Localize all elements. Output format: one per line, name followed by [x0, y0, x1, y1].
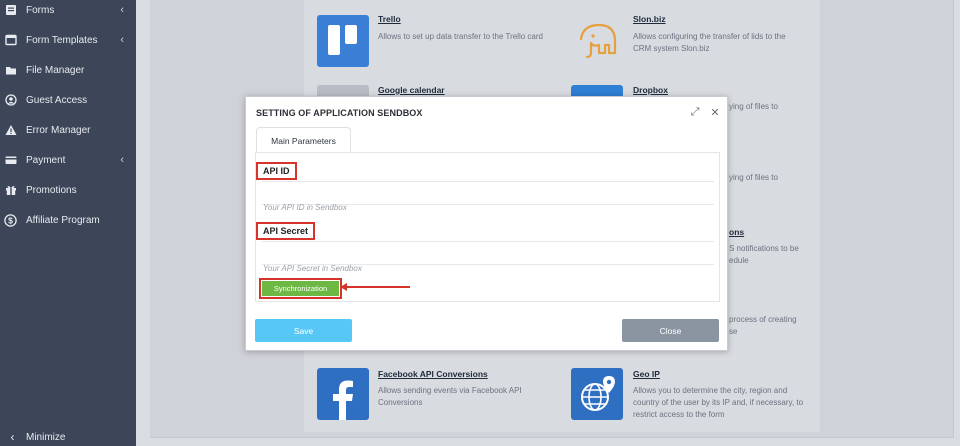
sidebar-item-form-templates[interactable]: Form Templates ‹ [0, 28, 136, 52]
globe-icon[interactable] [571, 368, 623, 420]
form-templates-icon [4, 34, 17, 47]
api-id-field[interactable] [262, 181, 714, 205]
sidebar: Forms ‹ Form Templates ‹ File Manager Gu… [0, 0, 136, 446]
api-id-hint: Your API ID in Sendbox [263, 203, 347, 212]
sidebar-item-label: Forms [26, 4, 55, 16]
sidebar-item-label: Form Templates [26, 34, 98, 46]
app-title-trello[interactable]: Trello [378, 14, 401, 24]
api-id-input[interactable] [262, 182, 714, 204]
api-secret-label: API Secret [256, 222, 316, 240]
app-desc-notifications-2: edule [729, 256, 749, 265]
gift-icon [4, 184, 17, 197]
sidebar-item-label: Error Manager [26, 124, 91, 136]
expand-icon[interactable]: ⤢ [689, 106, 701, 119]
app-title-notifications[interactable]: ons [729, 227, 744, 237]
close-button[interactable]: Close [622, 319, 719, 342]
chevron-left-icon: ‹ [120, 4, 124, 16]
dialog-title: SETTING OF APPLICATION SENDBOX [256, 108, 423, 118]
app-title-slonbiz[interactable]: Slon.biz [633, 14, 666, 24]
sidebar-item-forms[interactable]: Forms ‹ [0, 0, 136, 22]
elephant-icon[interactable] [571, 15, 623, 67]
app-desc-trello: Allows to set up data transfer to the Tr… [378, 32, 543, 41]
svg-text:$: $ [8, 215, 13, 225]
app-desc-facebook: Allows sending events via Facebook API C… [378, 386, 522, 407]
sidebar-item-label: Guest Access [26, 94, 88, 106]
sidebar-item-guest-access[interactable]: Guest Access [0, 88, 136, 112]
api-secret-input[interactable] [262, 242, 714, 264]
sidebar-item-label: File Manager [26, 64, 85, 76]
minimize-label: Minimize [26, 431, 66, 443]
chevron-left-icon: ‹ [10, 430, 15, 444]
arrow-head-icon [340, 283, 347, 291]
app-desc-creating-2: se [729, 327, 738, 336]
save-button[interactable]: Save [255, 319, 352, 342]
tab-main-parameters[interactable]: Main Parameters [256, 127, 351, 153]
api-id-label: API ID [256, 162, 297, 180]
app-desc-slonbiz: Allows configuring the transfer of lids … [633, 32, 786, 53]
chevron-left-icon: ‹ [120, 154, 124, 166]
sidebar-item-label: Affiliate Program [26, 214, 100, 226]
synchronization-highlight: Synchronization [259, 278, 342, 299]
sidebar-item-affiliate-program[interactable]: $ Affiliate Program [0, 208, 136, 232]
sidebar-item-label: Payment [26, 154, 66, 166]
sidebar-item-label: Promotions [26, 184, 77, 196]
api-secret-hint: Your API Secret in Sendbox [263, 264, 362, 273]
app-title-geoip[interactable]: Geo IP [633, 369, 660, 379]
forms-icon [4, 4, 17, 17]
app-title-dropbox[interactable]: Dropbox [633, 85, 668, 95]
guest-access-icon [4, 94, 17, 107]
app-title-facebook[interactable]: Facebook API Conversions [378, 369, 488, 379]
sendbox-settings-dialog: SETTING OF APPLICATION SENDBOX ⤢ ✕ Main … [245, 96, 728, 351]
dollar-icon: $ [4, 213, 17, 227]
app-desc-dropbox: ying of files to [729, 102, 778, 111]
app-desc-notifications-1: S notifications to be [729, 244, 799, 253]
facebook-icon[interactable] [317, 368, 369, 420]
payment-icon [4, 154, 17, 167]
sidebar-item-promotions[interactable]: Promotions [0, 178, 136, 202]
chevron-left-icon: ‹ [120, 34, 124, 46]
app-desc-creating-1: process of creating [729, 315, 797, 324]
app-title-google-calendar[interactable]: Google calendar [378, 85, 445, 95]
app-desc-files: ying of files to [729, 173, 778, 182]
sidebar-item-payment[interactable]: Payment ‹ [0, 148, 136, 172]
synchronization-button[interactable]: Synchronization [262, 281, 339, 296]
trello-icon[interactable] [317, 15, 369, 67]
app-desc-geoip: Allows you to determine the city, region… [633, 386, 804, 419]
file-manager-icon [4, 64, 17, 77]
sidebar-item-error-manager[interactable]: Error Manager [0, 118, 136, 142]
close-icon[interactable]: ✕ [709, 106, 721, 119]
annotation-arrow [342, 286, 410, 288]
minimize-button[interactable]: ‹ Minimize [0, 425, 136, 446]
sidebar-item-file-manager[interactable]: File Manager [0, 58, 136, 82]
warning-icon [4, 124, 17, 137]
api-secret-field[interactable] [262, 241, 714, 265]
